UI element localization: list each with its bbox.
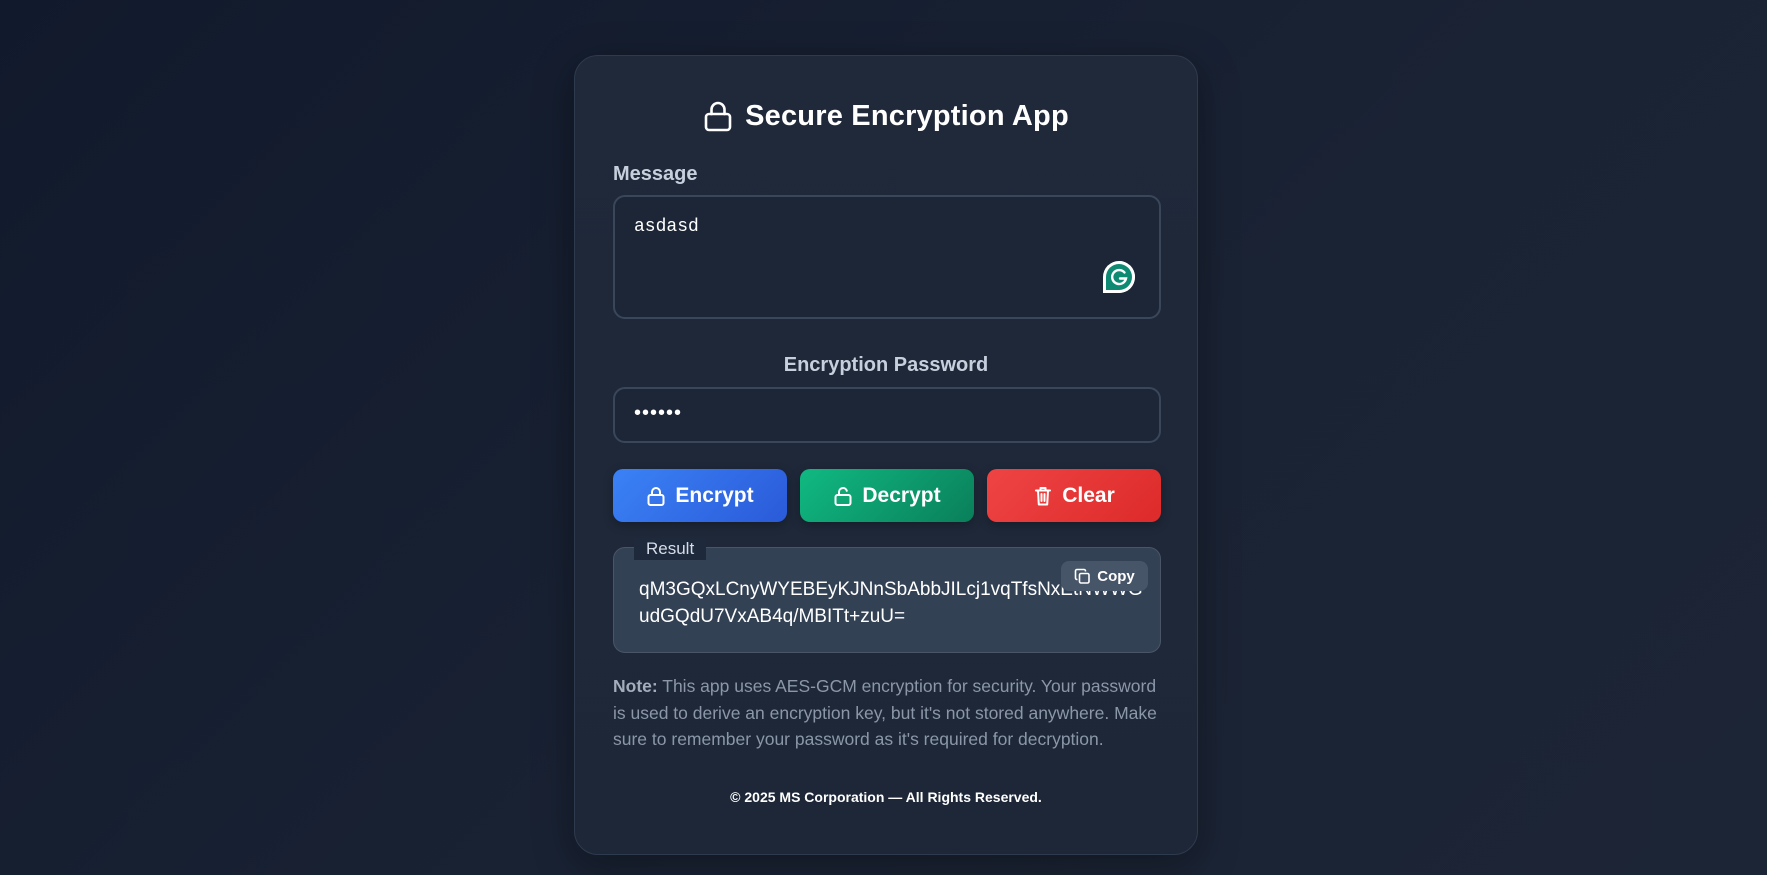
grammarly-icon[interactable] bbox=[1101, 259, 1137, 295]
decrypt-button-label: Decrypt bbox=[862, 483, 941, 507]
page-title: Secure Encryption App bbox=[745, 99, 1069, 132]
app-header: Secure Encryption App bbox=[575, 96, 1197, 136]
encrypt-button[interactable]: Encrypt bbox=[613, 469, 787, 522]
message-label: Message bbox=[613, 163, 698, 185]
trash-icon bbox=[1035, 486, 1052, 505]
clear-button[interactable]: Clear bbox=[987, 469, 1161, 522]
copy-button-label: Copy bbox=[1097, 567, 1135, 585]
encrypt-button-label: Encrypt bbox=[675, 483, 754, 507]
unlock-icon bbox=[834, 486, 852, 506]
message-textarea[interactable]: asdasd bbox=[613, 195, 1161, 319]
result-panel: Result qM3GQxLCnyWYEBEyKJNnSbAbbJILcj1vq… bbox=[613, 538, 1161, 653]
copyright-footer: © 2025 MS Corporation — All Rights Reser… bbox=[730, 789, 1042, 805]
security-note: Note: This app uses AES-GCM encryption f… bbox=[613, 673, 1165, 753]
copy-button[interactable]: Copy bbox=[1061, 561, 1148, 591]
password-masked-value: •••••• bbox=[634, 402, 683, 424]
password-input[interactable]: •••••• bbox=[613, 387, 1161, 443]
clear-button-label: Clear bbox=[1062, 483, 1115, 507]
copy-icon bbox=[1074, 568, 1091, 584]
message-value: asdasd bbox=[634, 217, 699, 237]
note-text: This app uses AES-GCM encryption for sec… bbox=[613, 676, 1157, 749]
result-label: Result bbox=[634, 538, 707, 560]
lock-icon bbox=[647, 486, 665, 506]
note-heading: Note: bbox=[613, 676, 658, 696]
password-label: Encryption Password bbox=[783, 354, 989, 376]
decrypt-button[interactable]: Decrypt bbox=[800, 469, 974, 522]
app-card: Secure Encryption App Message asdasd Enc… bbox=[574, 55, 1198, 855]
lock-icon bbox=[703, 100, 733, 132]
